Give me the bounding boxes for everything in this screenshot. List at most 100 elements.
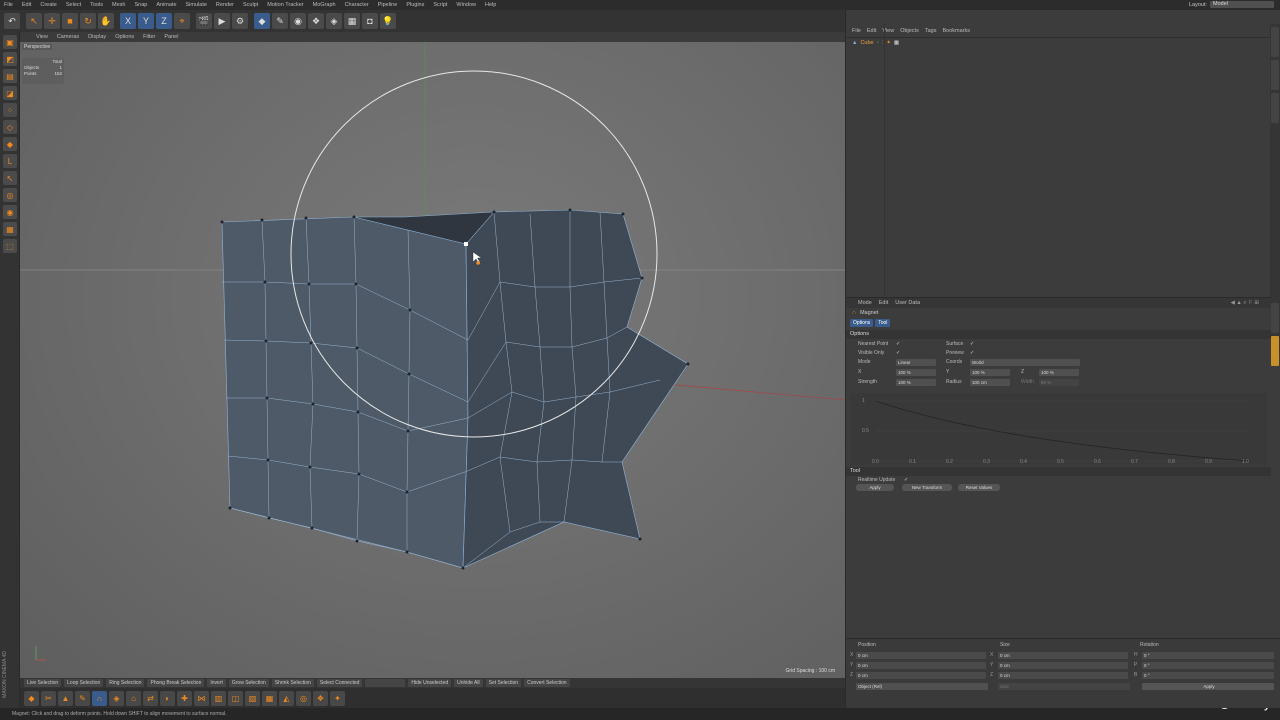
menu-animate[interactable]: Animate <box>156 2 176 8</box>
locked-workplane-icon[interactable]: ▦ <box>3 222 17 236</box>
move-icon[interactable]: ✛ <box>44 13 60 29</box>
om-menu-file[interactable]: File <box>852 28 861 34</box>
rot-b-field[interactable]: 0 ° <box>1142 672 1274 679</box>
side-tab-structure[interactable] <box>1271 93 1279 123</box>
slide-tool-icon[interactable]: ⇄ <box>143 690 158 706</box>
tab-tool[interactable]: Tool <box>875 319 891 327</box>
perspective-viewport[interactable]: Perspective Total Objects 1 Points 152 Gri… <box>20 42 845 678</box>
coordinate-system-icon[interactable]: ⌖ <box>174 13 190 29</box>
menu-render[interactable]: Render <box>216 2 234 8</box>
menu-character[interactable]: Character <box>345 2 369 8</box>
preview-checkbox[interactable]: ✓ <box>970 350 974 356</box>
grow-selection-button[interactable]: Grow Selection <box>228 679 269 687</box>
make-editable-icon[interactable]: ▣ <box>3 35 17 49</box>
side-tab-content-browser[interactable] <box>1271 60 1279 90</box>
menu-window[interactable]: Window <box>456 2 476 8</box>
menu-select[interactable]: Select <box>66 2 81 8</box>
menu-create[interactable]: Create <box>40 2 57 8</box>
om-menu-edit[interactable]: Edit <box>867 28 876 34</box>
size-y-field[interactable]: 0 cm <box>998 662 1128 669</box>
menu-mograph[interactable]: MoGraph <box>313 2 336 8</box>
mode-dropdown[interactable]: Linear <box>896 359 936 366</box>
cube-primitive-icon[interactable]: ◆ <box>254 13 270 29</box>
am-menu-user-data[interactable]: User Data <box>895 300 920 306</box>
tweak-mode-icon[interactable]: ↖ <box>3 171 17 185</box>
ring-selection-button[interactable]: Ring Selection <box>106 679 145 687</box>
scale-icon[interactable]: ■ <box>62 13 78 29</box>
viewport-camera-label[interactable]: Perspective <box>22 44 53 50</box>
surface-checkbox[interactable]: ✓ <box>970 341 974 347</box>
arrange-tool-icon[interactable]: ❖ <box>313 690 328 706</box>
menu-simulate[interactable]: Simulate <box>186 2 207 8</box>
viewport-menu-display[interactable]: Display <box>88 34 106 40</box>
spline-pen-icon[interactable]: ✎ <box>272 13 288 29</box>
menu-help[interactable]: Help <box>485 2 496 8</box>
invert-selection-button[interactable]: Invert <box>207 679 226 687</box>
viewport-menu-filter[interactable]: Filter <box>143 34 155 40</box>
bridge-tool-icon[interactable]: ⌂ <box>126 690 141 706</box>
falloff-graph[interactable]: 1 0.5 0.0 0.1 0.2 0.3 0.4 0.5 0.6 0.7 0.… <box>850 393 1267 465</box>
hide-unselected-button[interactable]: Hide Unselected <box>408 679 452 687</box>
sculpt-tool-icon[interactable]: ◆ <box>24 690 39 706</box>
tab-options[interactable]: Options <box>850 319 874 327</box>
recent-tools-icon[interactable]: ✋ <box>98 13 114 29</box>
rot-p-field[interactable]: 0 ° <box>1142 662 1274 669</box>
render-view-icon[interactable]: 🎬 <box>196 13 212 29</box>
visible-only-checkbox[interactable]: ✓ <box>896 350 900 356</box>
size-x-field[interactable]: 0 cm <box>998 652 1128 659</box>
menu-tools[interactable]: Tools <box>90 2 103 8</box>
menu-motion-tracker[interactable]: Motion Tracker <box>267 2 303 8</box>
apply-button[interactable]: Apply <box>856 484 894 491</box>
am-menu-mode[interactable]: Mode <box>858 300 872 306</box>
realtime-update-checkbox[interactable]: ✓ <box>904 477 908 483</box>
rotate-icon[interactable]: ↻ <box>80 13 96 29</box>
coordinates-apply-button[interactable]: Apply <box>1142 683 1274 690</box>
object-name[interactable]: Cube <box>860 40 873 46</box>
viewport-menu-view[interactable]: View <box>36 34 48 40</box>
floor-scene-icon[interactable]: ▦ <box>344 13 360 29</box>
brush-tool-icon[interactable]: ✎ <box>75 690 90 706</box>
side-tab-layers[interactable] <box>1271 303 1279 333</box>
layout-dropdown[interactable]: Model <box>1210 1 1274 8</box>
subdivide-tool-icon[interactable]: ▦ <box>262 690 277 706</box>
viewport-menu-panel[interactable]: Panel <box>164 34 178 40</box>
shrink-selection-button[interactable]: Shrink Selection <box>271 679 314 687</box>
weld-tool-icon[interactable]: ✚ <box>177 690 192 706</box>
menu-pipeline[interactable]: Pipeline <box>378 2 398 8</box>
scene-canvas[interactable] <box>20 42 845 678</box>
axis-mode-icon[interactable]: L <box>3 154 17 168</box>
phong-tag-icon[interactable]: ✦ <box>886 40 891 46</box>
falloff-graph-canvas[interactable] <box>850 393 1267 465</box>
menu-script[interactable]: Script <box>433 2 447 8</box>
texture-mode-icon[interactable]: ▤ <box>3 69 17 83</box>
menu-sculpt[interactable]: Sculpt <box>243 2 258 8</box>
phong-break-selection-button[interactable]: Phong Break Selection <box>147 679 205 687</box>
pos-z-field[interactable]: 0 cm <box>856 672 986 679</box>
undo-icon[interactable]: ↶ <box>4 13 20 29</box>
coords-dropdown[interactable]: World <box>970 359 1080 366</box>
x-field[interactable]: 100 % <box>896 369 936 376</box>
split-tool-icon[interactable]: ▧ <box>245 690 260 706</box>
live-selection-icon[interactable]: ↖ <box>26 13 42 29</box>
rot-h-field[interactable]: 0 ° <box>1142 652 1274 659</box>
loop-cut-tool-icon[interactable]: ▥ <box>211 690 226 706</box>
menu-file[interactable]: File <box>4 2 13 8</box>
object-row-cube[interactable]: ▲ Cube ▫ ⁚ ✦ ▦ <box>846 38 1270 48</box>
om-menu-objects[interactable]: Objects <box>900 28 919 34</box>
solo-mode-icon[interactable]: ◎ <box>3 188 17 202</box>
loop-selection-button[interactable]: Loop Selection <box>64 679 104 687</box>
pos-x-field[interactable]: 0 cm <box>856 652 986 659</box>
optimize-tool-icon[interactable]: ◎ <box>296 690 311 706</box>
am-menu-edit[interactable]: Edit <box>879 300 888 306</box>
polygons-mode-icon[interactable]: ◆ <box>3 137 17 151</box>
camera-icon[interactable]: ◘ <box>362 13 378 29</box>
model-mode-icon[interactable]: ◩ <box>3 52 17 66</box>
extrude-tool-icon[interactable]: ▲ <box>58 690 73 706</box>
render-picture-viewer-icon[interactable]: ▶ <box>214 13 230 29</box>
viewport-menu-options[interactable]: Options <box>115 34 134 40</box>
stitch-tool-icon[interactable]: ⋈ <box>194 690 209 706</box>
light-icon[interactable]: 💡 <box>380 13 396 29</box>
x-axis-lock-button[interactable]: X <box>120 13 136 29</box>
am-nav-icons[interactable]: ◀ ▲ ⌕ ⚐ ⊞ <box>1231 300 1259 307</box>
y-axis-lock-button[interactable]: Y <box>138 13 154 29</box>
